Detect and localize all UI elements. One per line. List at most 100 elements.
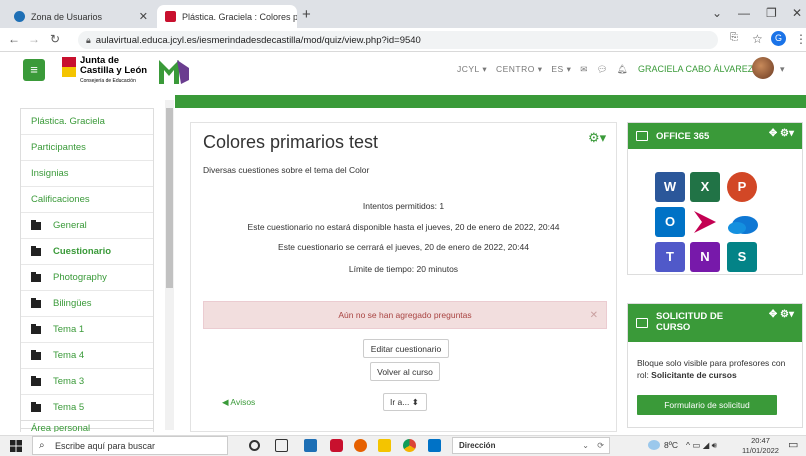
bell-icon[interactable]: 🔔︎ [617, 64, 628, 74]
sidebar-scrollbar[interactable] [165, 100, 174, 430]
jcyl-logo[interactable]: Junta de Castilla y León Consejería de E… [62, 56, 152, 88]
coat-of-arms-icon [62, 57, 76, 77]
system-tray: 8ºC ^ ▭ ◢ 🔊︎ [664, 440, 717, 451]
onenote-icon[interactable]: N [690, 242, 720, 272]
outlook-icon[interactable]: O [655, 207, 685, 237]
chat-icon[interactable]: 💬︎ [597, 64, 608, 74]
top-navigation: JCYL ▾ CENTRO ▾ ES ▾ ✉ 💬︎ 🔔︎ [457, 64, 634, 75]
browser-menu-icon[interactable]: ⋮ [795, 32, 806, 46]
sidebar-item-area-personal[interactable]: Área personal [20, 420, 154, 432]
previous-activity-link[interactable]: ◀ Avisos [222, 397, 255, 408]
taskbar-search-input[interactable]: ⌕ Escribe aquí para buscar [32, 436, 228, 455]
url-input[interactable]: 🔒︎ aulavirtual.educa.jcyl.es/iesmerindad… [78, 31, 718, 49]
close-date: Este cuestionario se cerrará el jueves, … [278, 242, 529, 252]
maximize-icon[interactable]: ❐ [766, 6, 777, 20]
gear-icon[interactable]: ⚙▾ [588, 130, 606, 146]
folder-icon [31, 323, 41, 334]
request-form-button[interactable]: Formulario de solicitud [637, 395, 777, 415]
sidebar-item-course[interactable]: Plástica. Graciela [21, 109, 153, 135]
app-icon[interactable] [304, 439, 317, 452]
sidebar-item-tema-4[interactable]: Tema 4 [21, 343, 153, 369]
tab-search-icon[interactable]: ⌄ [712, 6, 722, 20]
teams-icon[interactable]: T [655, 242, 685, 272]
new-tab-icon[interactable]: + [302, 6, 311, 23]
folder-icon [31, 219, 41, 230]
forward-icon[interactable]: → [28, 32, 40, 46]
folder-icon [31, 401, 41, 412]
lock-icon: 🔒︎ [86, 34, 91, 45]
block-icon [636, 318, 648, 328]
chrome-icon[interactable] [403, 439, 416, 452]
stream-icon[interactable] [690, 207, 720, 237]
date-text: 11/01/2022 [742, 446, 779, 455]
windows-start-icon[interactable] [10, 440, 22, 452]
word-icon[interactable]: W [655, 172, 685, 202]
sidebar-item-bilingues[interactable]: Bilingües [21, 291, 153, 317]
sway-icon[interactable]: S [727, 242, 757, 272]
time-text: 20:47 [751, 436, 770, 445]
tray-icons[interactable]: ^ ▭ ◢ 🔊︎ [686, 440, 717, 450]
firefox-icon[interactable] [354, 439, 367, 452]
school-logo-icon[interactable] [159, 56, 189, 88]
edit-quiz-button[interactable]: Editar cuestionario [363, 339, 449, 358]
avatar[interactable] [752, 57, 774, 79]
sidebar-item-photography[interactable]: Photography [21, 265, 153, 291]
file-explorer-icon[interactable] [378, 439, 391, 452]
nav-jcyl[interactable]: JCYL ▾ [457, 64, 487, 74]
clock[interactable]: 20:47 11/01/2022 [742, 436, 779, 456]
sidebar-item-tema-3[interactable]: Tema 3 [21, 369, 153, 395]
weather-icon[interactable] [648, 440, 660, 450]
tab-title: Zona de Usuarios [31, 11, 103, 22]
notifications-icon[interactable]: ▭ [788, 438, 798, 451]
sidebar-item-calificaciones[interactable]: Calificaciones [21, 187, 153, 213]
block-title-line-1: SOLICITUD DE [656, 311, 724, 322]
sidebar-item-tema-5[interactable]: Tema 5 [21, 395, 153, 421]
mail-icon[interactable]: ✉ [580, 64, 588, 74]
jump-to-select[interactable]: Ir a... ⬍ [383, 393, 427, 411]
nav-language[interactable]: ES ▾ [551, 64, 571, 74]
chevron-down-icon[interactable]: ⌄ [582, 438, 589, 454]
profile-icon[interactable]: G [771, 31, 786, 46]
address-toolbar-input[interactable]: Dirección ⌄ ⟳ [452, 437, 610, 454]
sidebar-item-tema-1[interactable]: Tema 1 [21, 317, 153, 343]
course-navigation: Plástica. Graciela Participantes Insigni… [20, 108, 154, 429]
minimize-icon[interactable]: — [738, 6, 750, 20]
reload-icon[interactable]: ↻ [50, 32, 60, 46]
nav-centro[interactable]: CENTRO ▾ [496, 64, 543, 74]
powerpoint-icon[interactable]: P [727, 172, 757, 202]
close-icon[interactable]: ✕ [590, 302, 598, 329]
sidebar-item-general[interactable]: General [21, 213, 153, 239]
user-name[interactable]: GRACIELA CABO ÁLVAREZ [638, 64, 753, 74]
search-icon: ⌕ [39, 440, 45, 451]
back-to-course-button[interactable]: Volver al curso [370, 362, 440, 381]
excel-icon[interactable]: X [690, 172, 720, 202]
bookmark-star-icon[interactable]: ☆ [752, 32, 763, 46]
sidebar-item-label: Tema 4 [53, 350, 85, 361]
onedrive-icon[interactable] [727, 210, 759, 236]
address-label: Dirección [459, 441, 496, 450]
outlook-taskbar-icon[interactable] [428, 439, 441, 452]
back-icon[interactable]: ← [8, 32, 20, 46]
app-icon[interactable] [330, 439, 343, 452]
menu-toggle-button[interactable]: ≡ [23, 59, 45, 81]
window-close-icon[interactable]: ✕ [792, 6, 802, 20]
header-accent-bar [175, 95, 806, 108]
tab-zona-usuarios[interactable]: Zona de Usuarios ✕ [6, 5, 156, 28]
sidebar-item-insignias[interactable]: Insignias [21, 161, 153, 187]
block-controls-icon[interactable]: ✥ ⚙▾ [769, 128, 794, 139]
user-menu-chevron-icon[interactable]: ▾ [780, 64, 785, 75]
close-icon[interactable]: ✕ [133, 10, 148, 23]
sidebar-item-participantes[interactable]: Participantes [21, 135, 153, 161]
sidebar-item-label: Plástica. Graciela [31, 116, 105, 127]
sidebar-item-cuestionario[interactable]: Cuestionario [21, 239, 153, 265]
weather-temp[interactable]: 8ºC [664, 440, 678, 450]
page-title: Colores primarios test [203, 132, 379, 152]
share-icon[interactable]: ⎘ [730, 32, 738, 43]
task-view-icon[interactable] [275, 439, 288, 452]
go-icon[interactable]: ⟳ [597, 438, 604, 454]
block-controls-icon[interactable]: ✥ ⚙▾ [769, 309, 794, 320]
tab-colores-primarios[interactable]: Plástica. Graciela : Colores prima ✕ [157, 5, 297, 28]
no-questions-alert: Aún no se han agregado preguntas ✕ [203, 301, 607, 329]
cortana-icon[interactable] [249, 440, 260, 451]
scrollbar-thumb[interactable] [166, 108, 173, 288]
